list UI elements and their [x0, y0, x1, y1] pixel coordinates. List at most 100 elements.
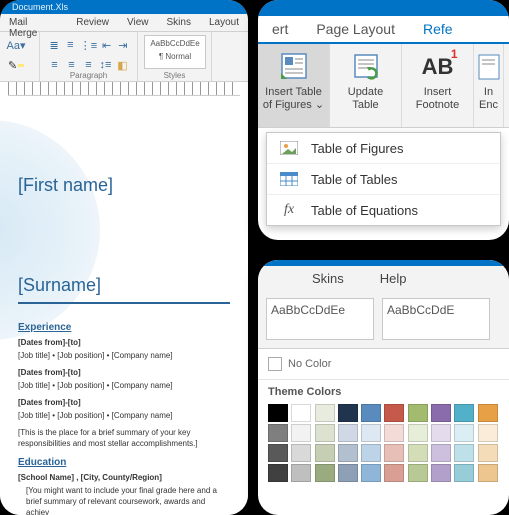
tab-skins[interactable]: Skins [294, 271, 362, 286]
color-swatch[interactable] [478, 464, 498, 482]
insert-endnote-button-partial[interactable]: In Enc [474, 44, 504, 127]
color-swatch[interactable] [361, 444, 381, 462]
tab-mailmerge[interactable]: Mail Merge [0, 14, 67, 31]
tab-layout[interactable]: Layout [200, 14, 248, 31]
color-swatch[interactable] [384, 444, 404, 462]
btn-label-3a: Insert [424, 86, 452, 99]
color-swatch[interactable] [478, 424, 498, 442]
color-swatch[interactable] [454, 444, 474, 462]
no-color-swatch [268, 357, 282, 371]
color-swatch[interactable] [338, 424, 358, 442]
dd-table-of-figures[interactable]: Table of Figures [267, 133, 500, 164]
color-swatch[interactable] [384, 404, 404, 422]
horizontal-ruler[interactable] [8, 82, 240, 96]
tab-view[interactable]: View [118, 14, 158, 31]
number-list-button[interactable]: ≡ [63, 36, 77, 54]
references-ribbon-panel: ert Page Layout Refe Insert Table of Fig… [258, 0, 509, 240]
color-swatch[interactable] [291, 424, 311, 442]
font-case-button[interactable]: Aa▾ [7, 36, 25, 54]
placeholder-surname[interactable]: [Surname] [18, 274, 230, 296]
exp-dates-1[interactable]: [Dates from]-[to] [18, 337, 230, 348]
highlight-button[interactable]: ✎ [7, 56, 25, 74]
color-swatch[interactable] [408, 424, 428, 442]
color-swatch[interactable] [338, 464, 358, 482]
experience-heading[interactable]: Experience [18, 322, 230, 333]
color-swatch[interactable] [431, 404, 451, 422]
exp-jobline-3[interactable]: [Job title] • [Job position] • [Company … [18, 410, 230, 421]
color-swatch[interactable] [431, 464, 451, 482]
multilevel-list-button[interactable]: ⋮≡ [80, 36, 98, 54]
exp-jobline-2[interactable]: [Job title] • [Job position] • [Company … [18, 380, 230, 391]
color-swatch[interactable] [268, 464, 288, 482]
color-swatch[interactable] [361, 464, 381, 482]
color-swatch[interactable] [361, 404, 381, 422]
tab-page-layout[interactable]: Page Layout [302, 21, 409, 37]
style-tile-2[interactable]: AaBbCcDdE [382, 298, 490, 340]
edu-text[interactable]: [You might want to include your final gr… [18, 485, 230, 515]
color-swatch[interactable] [268, 424, 288, 442]
image-icon [279, 140, 299, 156]
color-swatch[interactable] [315, 464, 335, 482]
insert-table-of-figures-button[interactable]: Insert Table of Figures ⌄ [258, 44, 330, 127]
tab-insert-partial[interactable]: ert [258, 21, 302, 37]
color-swatch[interactable] [291, 464, 311, 482]
color-swatch[interactable] [384, 464, 404, 482]
ribbon: Aa▾ ✎ ≣ ≡ ⋮≡ ⇤ ⇥ ≡ ≡ ≡ ↕≡ ◧ Paragraph Aa… [0, 32, 248, 82]
color-swatch[interactable] [315, 404, 335, 422]
tab-skins[interactable]: Skins [158, 14, 200, 31]
color-swatch[interactable] [454, 404, 474, 422]
color-swatch[interactable] [315, 424, 335, 442]
color-swatch[interactable] [408, 444, 428, 462]
color-swatch[interactable] [268, 404, 288, 422]
tab-review[interactable]: Review [67, 14, 118, 31]
titlebar-accent [258, 0, 509, 16]
color-swatch[interactable] [338, 404, 358, 422]
ribbon-tabstrip: Mail Merge Review View Skins Layout [0, 14, 248, 32]
indent-inc-button[interactable]: ⇥ [116, 36, 130, 54]
exp-jobline-1[interactable]: [Job title] • [Job position] • [Company … [18, 350, 230, 361]
btn-label-1a: Insert Table [265, 86, 322, 99]
style-normal[interactable]: AaBbCcDdEe ¶ Normal [144, 35, 206, 69]
color-swatch[interactable] [384, 424, 404, 442]
insert-footnote-button[interactable]: AB1 Insert Footnote [402, 44, 474, 127]
color-swatch[interactable] [291, 404, 311, 422]
color-swatch[interactable] [478, 404, 498, 422]
color-swatch[interactable] [361, 424, 381, 442]
update-table-icon [350, 50, 382, 82]
exp-dates-3[interactable]: [Dates from]-[to] [18, 397, 230, 408]
exp-summary[interactable]: [This is the place for a brief summary o… [18, 427, 230, 449]
paragraph-group-label: Paragraph [40, 71, 137, 80]
color-swatch[interactable] [408, 404, 428, 422]
education-heading[interactable]: Education [18, 457, 230, 468]
tab-references-partial[interactable]: Refe [409, 21, 467, 37]
indent-dec-button[interactable]: ⇤ [100, 36, 114, 54]
color-swatch[interactable] [431, 444, 451, 462]
color-swatch[interactable] [338, 444, 358, 462]
no-color-option[interactable]: No Color [258, 349, 509, 380]
btn-label-2b: Table [352, 99, 378, 112]
color-swatch[interactable] [315, 444, 335, 462]
color-swatch[interactable] [454, 464, 474, 482]
style-tile-1[interactable]: AaBbCcDdEe [266, 298, 374, 340]
placeholder-firstname[interactable]: [First name] [18, 174, 230, 196]
color-swatch[interactable] [431, 424, 451, 442]
color-swatch[interactable] [408, 464, 428, 482]
bullet-list-button[interactable]: ≣ [47, 36, 61, 54]
document-page[interactable]: [First name] [Surname] Experience [Dates… [0, 174, 248, 515]
tab-help[interactable]: Help [362, 271, 425, 286]
footnote-icon: AB1 [422, 50, 454, 82]
divider [18, 302, 230, 304]
equation-icon: fx [279, 202, 299, 218]
color-swatch[interactable] [268, 444, 288, 462]
update-table-button[interactable]: Update Table [330, 44, 402, 127]
color-swatch[interactable] [454, 424, 474, 442]
dd-table-of-equations[interactable]: fx Table of Equations [267, 195, 500, 225]
color-swatch[interactable] [291, 444, 311, 462]
color-swatch[interactable] [478, 444, 498, 462]
styles-group-label: Styles [138, 71, 211, 80]
dd-table-of-tables[interactable]: Table of Tables [267, 164, 500, 195]
exp-dates-2[interactable]: [Dates from]-[to] [18, 367, 230, 378]
table-icon [279, 171, 299, 187]
table-of-figures-icon [278, 50, 310, 82]
edu-school[interactable]: [School Name] , [City, County/Region] [18, 472, 230, 483]
